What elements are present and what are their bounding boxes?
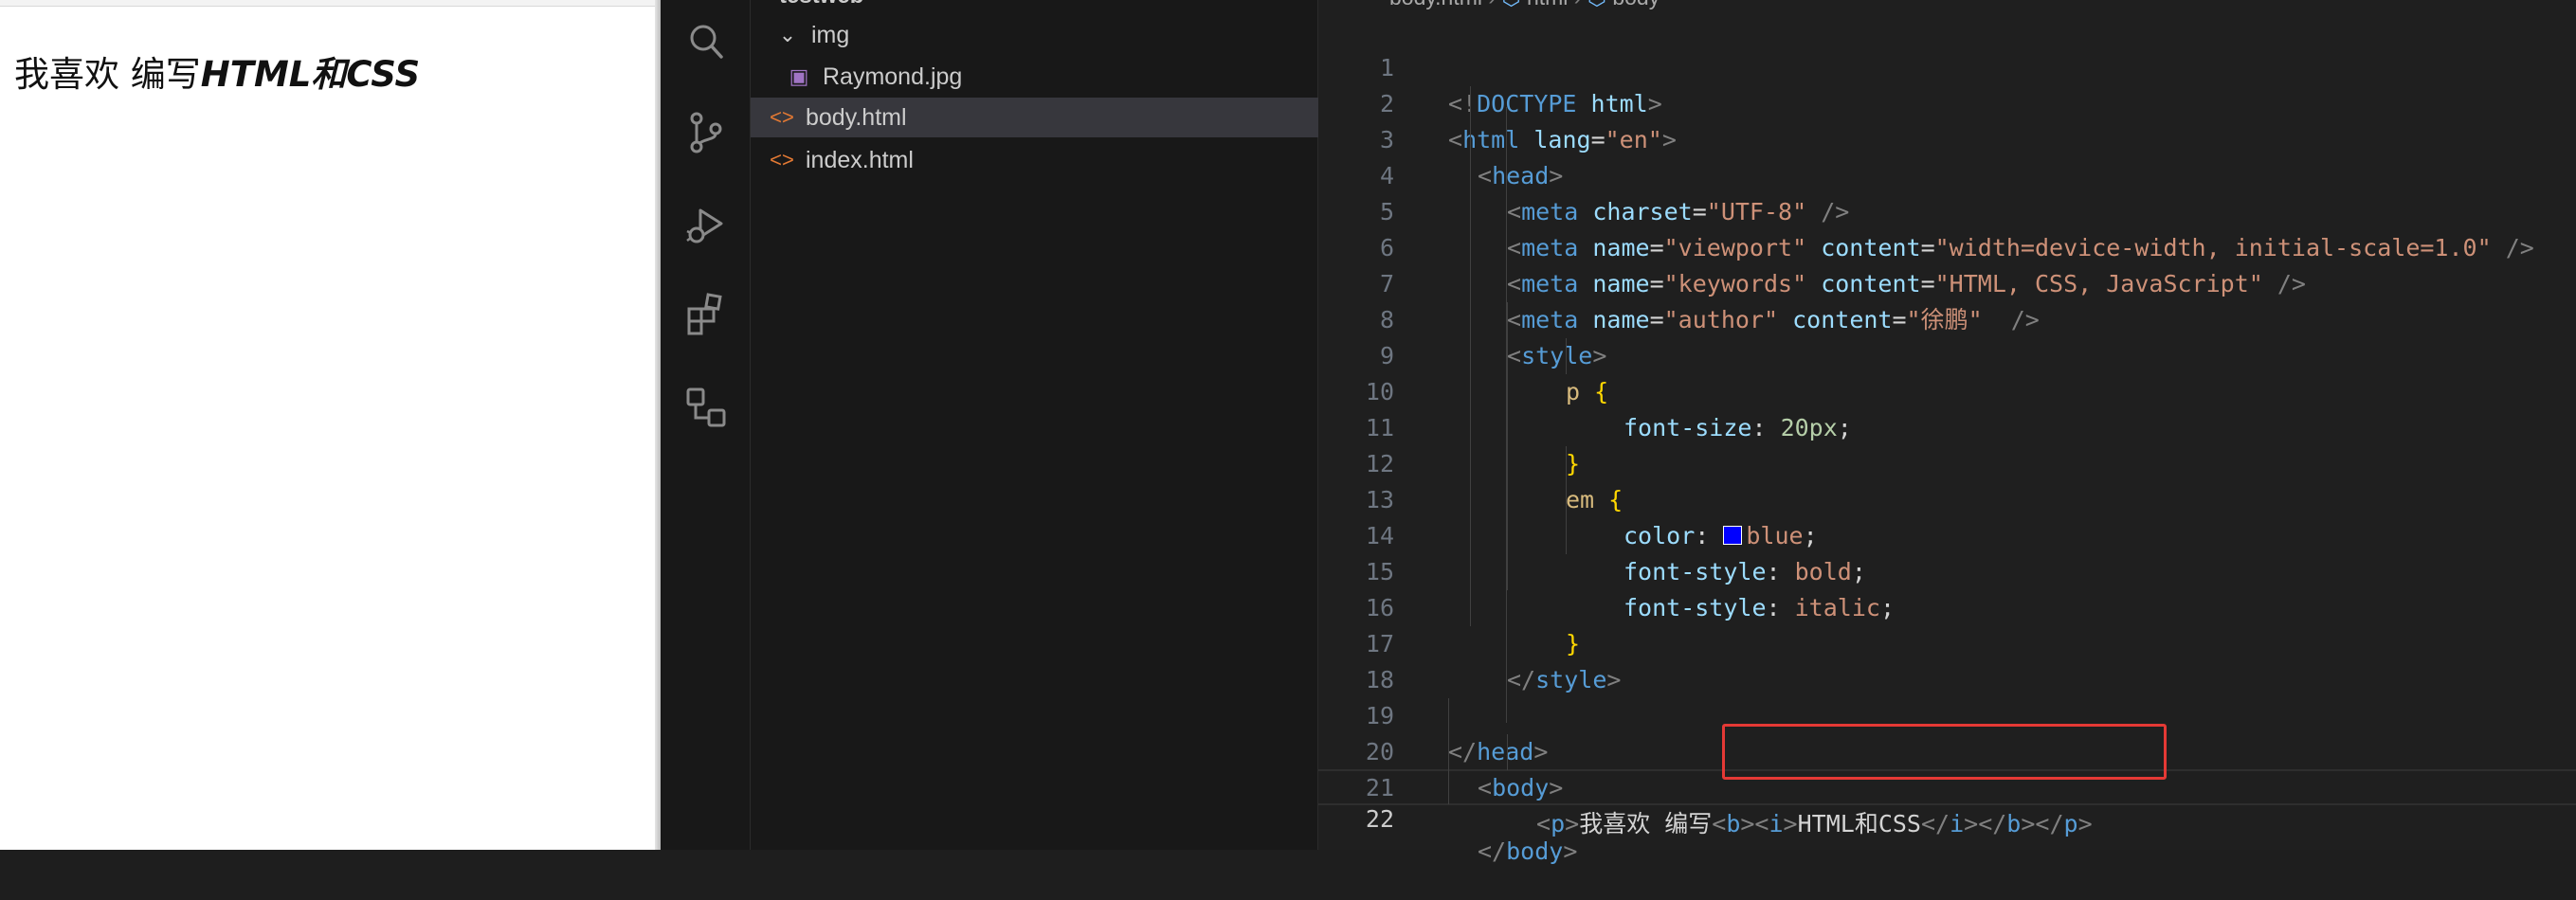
- source-control-icon[interactable]: [683, 110, 729, 155]
- html-file-icon: <>: [770, 105, 794, 129]
- code-line[interactable]: 2 <html lang="en">: [1318, 50, 2576, 153]
- indent-guide: [1566, 338, 1567, 374]
- code-token: i: [1769, 810, 1784, 837]
- preview-bold-italic-text: HTML和CSS: [200, 54, 421, 95]
- code-line[interactable]: 1 <!DOCTYPE html>: [1318, 14, 2576, 117]
- file-explorer: testweb ⌄ img ▣ Raymond.jpg <> body.html…: [751, 0, 1318, 850]
- code-line[interactable]: 17 </style>: [1318, 590, 2576, 693]
- code-token: p: [2063, 810, 2078, 837]
- explorer-item-body-html[interactable]: <> body.html: [751, 98, 1318, 137]
- code-line[interactable]: 5 <meta name="viewport" content="width=d…: [1318, 158, 2576, 261]
- code-line[interactable]: 6 <meta name="keywords" content="HTML, C…: [1318, 194, 2576, 297]
- explorer-item-label: body.html: [806, 103, 907, 131]
- breadcrumb-body[interactable]: body: [1612, 0, 1660, 9]
- explorer-item-label: index.html: [806, 146, 914, 173]
- explorer-item-index-html[interactable]: <> index.html: [751, 140, 1318, 180]
- html-file-icon: <>: [770, 148, 794, 171]
- indent-guide: [1448, 698, 1449, 804]
- code-token: body: [1506, 837, 1564, 865]
- run-debug-icon[interactable]: [683, 203, 729, 248]
- code-line[interactable]: 7 <meta name="author" content="徐鹏" />: [1318, 230, 2576, 333]
- folder-header[interactable]: testweb: [779, 0, 863, 9]
- code-token: HTML和CSS: [1797, 810, 1921, 837]
- code-token: b: [1726, 810, 1741, 837]
- indent-guide: [1507, 302, 1508, 590]
- code-line[interactable]: 8 <style>: [1318, 266, 2576, 369]
- activity-bar: [661, 0, 751, 850]
- line-number: 22: [1365, 805, 1394, 833]
- explorer-item-raymond-jpg[interactable]: ▣ Raymond.jpg: [751, 57, 1318, 97]
- element-icon: ⬡: [1587, 0, 1606, 9]
- explorer-item-label: Raymond.jpg: [823, 63, 963, 90]
- code-line[interactable]: 4 <meta charset="UTF-8" />: [1318, 122, 2576, 225]
- element-icon: ⬡: [1501, 0, 1520, 9]
- chevron-down-icon: ⌄: [778, 23, 797, 46]
- annotation-highlight-box: [1722, 724, 2167, 780]
- code-token: b: [2006, 810, 2022, 837]
- preview-top-edge: [0, 0, 661, 7]
- code-line[interactable]: 18: [1318, 626, 2576, 693]
- breadcrumb-file[interactable]: body.html: [1389, 0, 1482, 9]
- code-line[interactable]: 3 <head>: [1318, 86, 2576, 189]
- remote-explorer-icon[interactable]: [683, 385, 729, 430]
- extensions-icon[interactable]: [683, 292, 729, 337]
- code-editor[interactable]: body.html › ⬡ html › ⬡ body 1 <!DOCTYPE …: [1318, 0, 2576, 865]
- indent-guide: [1507, 734, 1508, 770]
- breadcrumb: body.html › ⬡ html › ⬡ body: [1389, 0, 1660, 10]
- indent-guide: [1470, 86, 1471, 626]
- explorer-item-label: img: [811, 21, 850, 48]
- code-token: i: [1950, 810, 1965, 837]
- browser-preview: 我喜欢 编写HTML和CSS: [0, 0, 661, 850]
- code-token: 我喜欢 编写: [1579, 810, 1713, 837]
- code-line[interactable]: 19 </head>: [1318, 662, 2576, 765]
- breadcrumb-html[interactable]: html: [1527, 0, 1568, 9]
- search-icon[interactable]: [683, 19, 729, 64]
- explorer-item-img[interactable]: ⌄ img: [751, 15, 1318, 55]
- preview-paragraph: 我喜欢 编写HTML和CSS: [14, 45, 420, 97]
- preview-text: 我喜欢 编写: [14, 54, 201, 95]
- image-file-icon: ▣: [789, 64, 809, 88]
- code-token: p: [1551, 810, 1566, 837]
- indent-guide: [1566, 446, 1567, 554]
